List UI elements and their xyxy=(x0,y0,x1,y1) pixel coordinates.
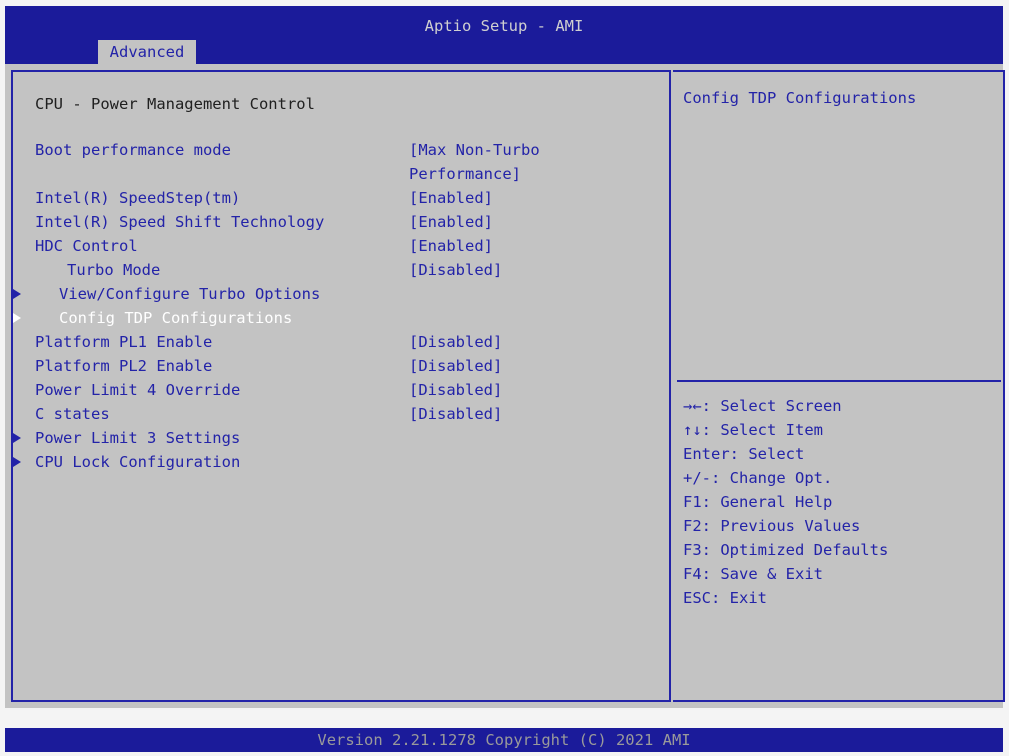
turbo-mode-value: [Disabled] xyxy=(409,261,503,279)
help-pane: Config TDP Configurations →←: Select Scr… xyxy=(673,70,1005,702)
submenu-arrow-icon xyxy=(13,313,21,323)
view-configure-turbo-options-row[interactable]: View/Configure Turbo Options xyxy=(13,282,669,306)
key-select-screen: →←: Select Screen xyxy=(683,397,842,415)
boot-performance-mode-row-cont: Performance] xyxy=(13,162,669,186)
view-configure-turbo-options-label: View/Configure Turbo Options xyxy=(59,285,321,303)
boot-performance-mode-label: Boot performance mode xyxy=(35,141,231,159)
hdc-control-row[interactable]: HDC Control [Enabled] xyxy=(13,234,669,258)
boot-performance-mode-value-line1: [Max Non-Turbo xyxy=(409,141,540,159)
key-optimized-defaults: F3: Optimized Defaults xyxy=(683,541,889,559)
power-limit-4-override-label: Power Limit 4 Override xyxy=(35,381,241,399)
boot-performance-mode-row[interactable]: Boot performance mode [Max Non-Turbo xyxy=(13,138,669,162)
speedstep-label: Intel(R) SpeedStep(tm) xyxy=(35,189,241,207)
c-states-label: C states xyxy=(35,405,110,423)
key-select-item: ↑↓: Select Item xyxy=(683,421,823,439)
config-tdp-configurations-row[interactable]: Config TDP Configurations xyxy=(13,306,669,330)
submenu-arrow-icon xyxy=(13,457,21,467)
help-text: Config TDP Configurations xyxy=(683,89,917,107)
platform-pl2-enable-label: Platform PL2 Enable xyxy=(35,357,213,375)
settings-pane: CPU - Power Management Control Boot perf… xyxy=(11,70,671,702)
hdc-control-label: HDC Control xyxy=(35,237,138,255)
key-save-exit: F4: Save & Exit xyxy=(683,565,823,583)
power-limit-4-override-row[interactable]: Power Limit 4 Override [Disabled] xyxy=(13,378,669,402)
power-limit-3-settings-label: Power Limit 3 Settings xyxy=(35,429,241,447)
platform-pl1-enable-label: Platform PL1 Enable xyxy=(35,333,213,351)
platform-pl1-enable-row[interactable]: Platform PL1 Enable [Disabled] xyxy=(13,330,669,354)
main-panel: CPU - Power Management Control Boot perf… xyxy=(5,64,1005,708)
key-change-opt: +/-: Change Opt. xyxy=(683,469,833,487)
platform-pl2-enable-row[interactable]: Platform PL2 Enable [Disabled] xyxy=(13,354,669,378)
key-general-help: F1: General Help xyxy=(683,493,833,511)
section-title: CPU - Power Management Control xyxy=(35,95,315,113)
cpu-lock-configuration-row[interactable]: CPU Lock Configuration xyxy=(13,450,669,474)
c-states-row[interactable]: C states [Disabled] xyxy=(13,402,669,426)
app-title: Aptio Setup - AMI xyxy=(424,17,584,35)
key-previous-values: F2: Previous Values xyxy=(683,517,861,535)
cpu-lock-configuration-label: CPU Lock Configuration xyxy=(35,453,241,471)
title-bar: Aptio Setup - AMI Advanced xyxy=(5,6,1003,64)
platform-pl1-enable-value: [Disabled] xyxy=(409,333,503,351)
key-legend: →←: Select Screen ↑↓: Select Item Enter:… xyxy=(683,394,888,610)
power-limit-3-settings-row[interactable]: Power Limit 3 Settings xyxy=(13,426,669,450)
submenu-arrow-icon xyxy=(13,289,21,299)
platform-pl2-enable-value: [Disabled] xyxy=(409,357,503,375)
speed-shift-row[interactable]: Intel(R) Speed Shift Technology [Enabled… xyxy=(13,210,669,234)
config-tdp-configurations-label: Config TDP Configurations xyxy=(59,309,293,327)
key-esc-exit: ESC: Exit xyxy=(683,589,767,607)
power-limit-4-override-value: [Disabled] xyxy=(409,381,503,399)
turbo-mode-label: Turbo Mode xyxy=(67,261,161,279)
version-bar: Version 2.21.1278 Copyright (C) 2021 AMI xyxy=(5,728,1003,752)
speedstep-row[interactable]: Intel(R) SpeedStep(tm) [Enabled] xyxy=(13,186,669,210)
c-states-value: [Disabled] xyxy=(409,405,503,423)
key-enter-select: Enter: Select xyxy=(683,445,805,463)
hdc-control-value: [Enabled] xyxy=(409,237,493,255)
speed-shift-label: Intel(R) Speed Shift Technology xyxy=(35,213,325,231)
help-divider xyxy=(677,380,1001,382)
speed-shift-value: [Enabled] xyxy=(409,213,493,231)
turbo-mode-row[interactable]: Turbo Mode [Disabled] xyxy=(13,258,669,282)
speedstep-value: [Enabled] xyxy=(409,189,493,207)
boot-performance-mode-value-line2: Performance] xyxy=(409,165,521,183)
tab-advanced[interactable]: Advanced xyxy=(98,40,196,64)
submenu-arrow-icon xyxy=(13,433,21,443)
